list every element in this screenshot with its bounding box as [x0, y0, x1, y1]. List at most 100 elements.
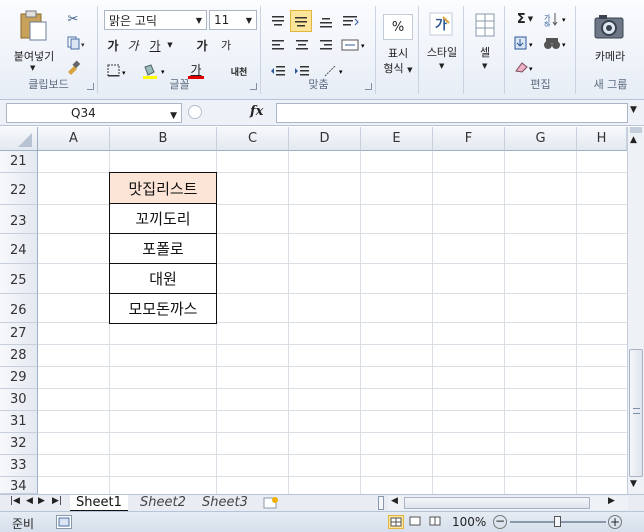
page-break-view-button[interactable]: [428, 515, 444, 529]
row-header-29[interactable]: 29: [0, 367, 38, 389]
italic-button[interactable]: 가: [125, 36, 141, 54]
sheet-tab-sheet2[interactable]: Sheet2: [134, 495, 192, 511]
underline-button[interactable]: 가: [147, 36, 163, 54]
row-header-24[interactable]: 24: [0, 234, 38, 264]
split-box-icon[interactable]: [630, 127, 642, 133]
chevron-down-icon: ▼: [170, 111, 177, 121]
row-header-28[interactable]: 28: [0, 345, 38, 367]
scroll-down-icon[interactable]: ▼: [630, 479, 637, 489]
row-header-21[interactable]: 21: [0, 151, 38, 173]
paste-button[interactable]: 붙여넣기 ▼: [6, 8, 62, 74]
number-format-label-1: 표시: [387, 47, 409, 60]
align-right-button[interactable]: [316, 36, 336, 54]
horizontal-scrollbar[interactable]: ◀ ▶: [388, 496, 628, 510]
shrink-font-button[interactable]: 가: [217, 36, 235, 54]
column-header-a[interactable]: A: [38, 127, 110, 151]
row-header-32[interactable]: 32: [0, 433, 38, 455]
align-left-icon: [272, 40, 284, 50]
align-center-button[interactable]: [292, 36, 312, 54]
cells-label: 셀: [479, 46, 491, 59]
insert-function-button[interactable]: fx: [250, 104, 263, 119]
grow-font-button[interactable]: 가: [193, 36, 211, 54]
row-header-33[interactable]: 33: [0, 455, 38, 477]
sheet-tab-sheet3[interactable]: Sheet3: [196, 495, 254, 511]
styles-button[interactable]: 가 스타일 ▼: [422, 8, 462, 88]
vertical-scrollbar[interactable]: ▲ ▼: [627, 127, 644, 494]
format-painter-button[interactable]: [64, 58, 82, 76]
prev-sheet-icon[interactable]: ◀: [26, 496, 33, 506]
chevron-down-icon: ▼: [407, 66, 413, 74]
macro-record-icon[interactable]: [56, 515, 72, 529]
align-top-button[interactable]: [268, 12, 288, 30]
zoom-in-button[interactable]: +: [608, 515, 622, 529]
zoom-level[interactable]: 100%: [452, 515, 486, 529]
zoom-out-button[interactable]: −: [493, 515, 507, 529]
select-all-button[interactable]: [0, 127, 38, 151]
scroll-up-icon[interactable]: ▲: [630, 135, 637, 145]
cut-button[interactable]: ✂: [64, 10, 82, 28]
horizontal-scrollbar-thumb[interactable]: [404, 497, 590, 509]
page-layout-view-button[interactable]: [408, 515, 424, 529]
sheet-tab-sheet1[interactable]: Sheet1: [70, 495, 128, 511]
autosum-button[interactable]: Σ ▼: [512, 10, 538, 28]
align-middle-button[interactable]: [290, 10, 312, 32]
font-size-select[interactable]: 11 ▼: [209, 10, 257, 30]
merge-center-button[interactable]: ▾: [340, 36, 370, 54]
font-name-select[interactable]: 맑은 고딕 ▼: [104, 10, 207, 30]
wrap-text-button[interactable]: [340, 12, 362, 30]
last-sheet-icon[interactable]: ▶|: [52, 496, 62, 506]
row-header-23[interactable]: 23: [0, 205, 38, 234]
dialog-launcher-icon[interactable]: [250, 83, 257, 90]
percent-button[interactable]: %: [383, 14, 413, 40]
align-left-button[interactable]: [268, 36, 288, 54]
zoom-slider-thumb[interactable]: [554, 516, 561, 527]
list-item-cell[interactable]: 꼬끼도리: [109, 203, 217, 234]
camera-button[interactable]: 카메라: [581, 8, 639, 68]
formula-input[interactable]: [276, 103, 628, 123]
tab-split-handle[interactable]: [378, 496, 384, 510]
number-format-button[interactable]: 표시 형식 ▼: [379, 46, 417, 78]
row-header-27[interactable]: 27: [0, 323, 38, 345]
number-format-label-2: 형식 ▼: [383, 62, 413, 75]
first-sheet-icon[interactable]: |◀: [10, 496, 20, 506]
column-header-c[interactable]: C: [217, 127, 289, 151]
row-header-34[interactable]: 34: [0, 477, 38, 494]
underline-dropdown[interactable]: ▼: [165, 36, 175, 54]
column-header-g[interactable]: G: [505, 127, 577, 151]
next-sheet-icon[interactable]: ▶: [38, 496, 45, 506]
normal-view-button[interactable]: [388, 515, 404, 529]
list-item-cell[interactable]: 대원: [109, 263, 217, 294]
dialog-launcher-icon[interactable]: [365, 83, 372, 90]
list-header-cell[interactable]: 맛집리스트: [109, 172, 217, 204]
column-header-b[interactable]: B: [110, 127, 217, 151]
scroll-right-icon[interactable]: ▶: [608, 496, 615, 506]
column-header-e[interactable]: E: [361, 127, 433, 151]
list-item-cell[interactable]: 모모돈까스: [109, 293, 217, 324]
zoom-slider[interactable]: [510, 516, 606, 527]
column-header-f[interactable]: F: [433, 127, 505, 151]
chevron-down-icon: ▼: [30, 64, 36, 72]
row-header-25[interactable]: 25: [0, 264, 38, 294]
fill-button[interactable]: ▾: [512, 34, 538, 52]
align-bottom-button[interactable]: [316, 12, 336, 30]
scrollbar-thumb[interactable]: [629, 349, 643, 477]
find-select-button[interactable]: ▾: [542, 34, 572, 52]
expand-formula-bar-icon[interactable]: ▼: [630, 105, 637, 115]
sort-filter-button[interactable]: 가 하 ▾: [542, 10, 572, 28]
insert-sheet-icon[interactable]: [262, 496, 280, 510]
name-box[interactable]: Q34 ▼: [6, 103, 182, 123]
clear-button[interactable]: ▾: [512, 58, 538, 76]
row-header-30[interactable]: 30: [0, 389, 38, 411]
cells-button[interactable]: 셀 ▼: [467, 8, 503, 88]
column-header-d[interactable]: D: [289, 127, 361, 151]
dialog-launcher-icon[interactable]: [87, 83, 94, 90]
bold-button[interactable]: 가: [105, 36, 121, 54]
row-header-26[interactable]: 26: [0, 294, 38, 323]
row-header-22[interactable]: 22: [0, 173, 38, 205]
scroll-left-icon[interactable]: ◀: [391, 496, 398, 506]
align-right-icon: [320, 40, 332, 50]
row-header-31[interactable]: 31: [0, 411, 38, 433]
copy-button[interactable]: ▾: [64, 34, 90, 52]
list-item-cell[interactable]: 포폴로: [109, 233, 217, 264]
column-header-h[interactable]: H: [577, 127, 627, 151]
